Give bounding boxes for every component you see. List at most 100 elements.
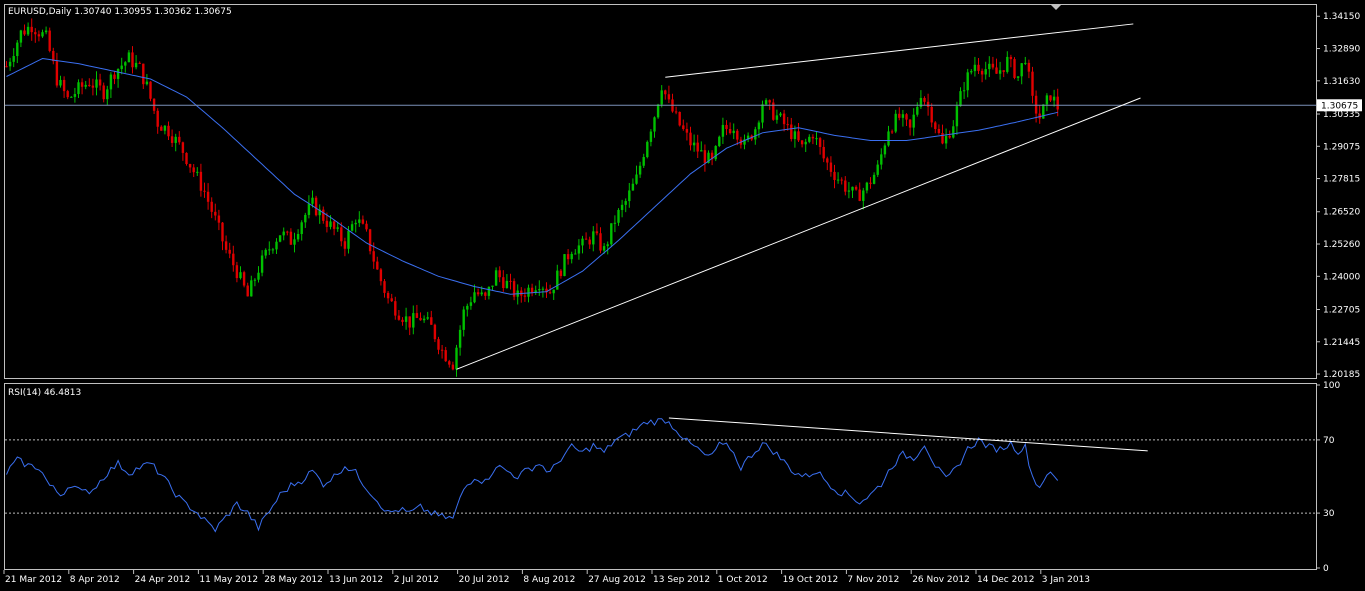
candle-body <box>502 277 505 289</box>
candle-body <box>667 94 671 100</box>
candle-body <box>610 223 613 245</box>
candle-body <box>246 285 249 297</box>
candle-body <box>865 182 869 191</box>
candle-body <box>934 122 937 129</box>
candle-body <box>26 26 30 35</box>
candle-body <box>782 113 786 125</box>
time-tick-label: 19 Oct 2012 <box>783 575 839 585</box>
candle-body <box>239 272 242 279</box>
candle-body <box>692 142 696 146</box>
time-tick-label: 24 Apr 2012 <box>135 575 191 585</box>
price-tick-label: 1.31630 <box>1323 77 1360 87</box>
candle-body <box>142 63 145 85</box>
candle-body <box>1020 63 1023 77</box>
candle-body <box>84 84 87 87</box>
candle-body <box>210 201 213 212</box>
candle-body <box>786 124 789 126</box>
candle-body <box>815 138 818 140</box>
candle-body <box>581 238 584 246</box>
candle-body <box>314 197 318 216</box>
candle-body <box>574 253 577 255</box>
candle-body <box>505 280 509 289</box>
candle-body <box>91 85 95 88</box>
candle-body <box>527 287 530 297</box>
candle-body <box>912 114 915 128</box>
candle-body <box>952 126 955 138</box>
candle-body <box>584 238 588 240</box>
candle-body <box>1052 96 1056 101</box>
candle-body <box>34 32 37 35</box>
candle-body <box>984 69 987 75</box>
candle-body <box>595 231 599 234</box>
candle-body <box>592 231 595 245</box>
candle-body <box>55 61 59 86</box>
candle-body <box>941 132 944 144</box>
candle-body <box>358 219 361 223</box>
candle-body <box>170 136 174 143</box>
candle-body <box>793 131 797 140</box>
candle-body <box>390 298 393 302</box>
rsi-tick-label: 100 <box>1323 381 1340 391</box>
candle-body <box>257 272 260 280</box>
candle-body <box>736 130 739 140</box>
candle-body <box>268 249 271 251</box>
candle-body <box>1045 95 1049 105</box>
candle-body <box>858 189 861 201</box>
candle-body <box>340 227 343 242</box>
candle-body <box>538 289 541 291</box>
candle-body <box>930 106 933 123</box>
candle-body <box>458 329 462 348</box>
candle-body <box>286 231 289 233</box>
candle-body <box>829 162 833 172</box>
candle-body <box>462 309 465 330</box>
candle-body <box>480 292 483 295</box>
candle-body <box>890 131 894 133</box>
candle-body <box>149 81 152 99</box>
candle-body <box>113 74 116 79</box>
candle-body <box>768 100 771 103</box>
candle-body <box>1006 56 1009 72</box>
candle-body <box>30 26 33 33</box>
candle-body <box>451 364 455 370</box>
candle-body <box>487 286 491 296</box>
candle-body <box>322 209 325 221</box>
candle-body <box>991 63 995 68</box>
candle-body <box>980 70 984 75</box>
candle-body <box>826 158 829 163</box>
candle-body <box>199 171 203 191</box>
candle-body <box>617 209 620 223</box>
candle-body <box>289 231 293 245</box>
candle-body <box>725 124 728 129</box>
candle-body <box>818 138 822 147</box>
candle-body <box>1056 96 1059 110</box>
candle-body <box>5 66 8 68</box>
candle-body <box>98 79 102 86</box>
candle-body <box>350 224 354 231</box>
candle-body <box>120 65 123 70</box>
candle-body <box>160 126 163 131</box>
price-tick-label: 1.22705 <box>1323 305 1360 315</box>
candle-body <box>307 203 311 215</box>
candle-body <box>631 183 635 191</box>
candle-body <box>854 186 858 190</box>
candle-body <box>300 222 303 235</box>
time-tick-label: 13 Jun 2012 <box>329 575 383 585</box>
candle-body <box>656 104 660 118</box>
time-axis: 21 Mar 2012 8 Apr 2012 24 Apr 2012 11 May 2… <box>3 570 1090 585</box>
candle-body <box>836 179 840 181</box>
time-tick-label: 3 Jan 2013 <box>1042 575 1090 585</box>
candle-body <box>1002 70 1005 72</box>
candle-body <box>163 125 167 131</box>
candle-body <box>887 131 890 146</box>
price-tick-label: 1.26520 <box>1323 208 1360 218</box>
candle-body <box>275 241 278 250</box>
candle-body <box>901 114 905 118</box>
candle-body <box>606 244 609 247</box>
candle-body <box>271 249 275 251</box>
candle-body <box>876 164 879 175</box>
candle-body <box>296 234 300 240</box>
candle-body <box>484 292 487 296</box>
candle-body <box>188 164 192 168</box>
candle-body <box>988 63 991 70</box>
candle-body <box>102 85 105 100</box>
